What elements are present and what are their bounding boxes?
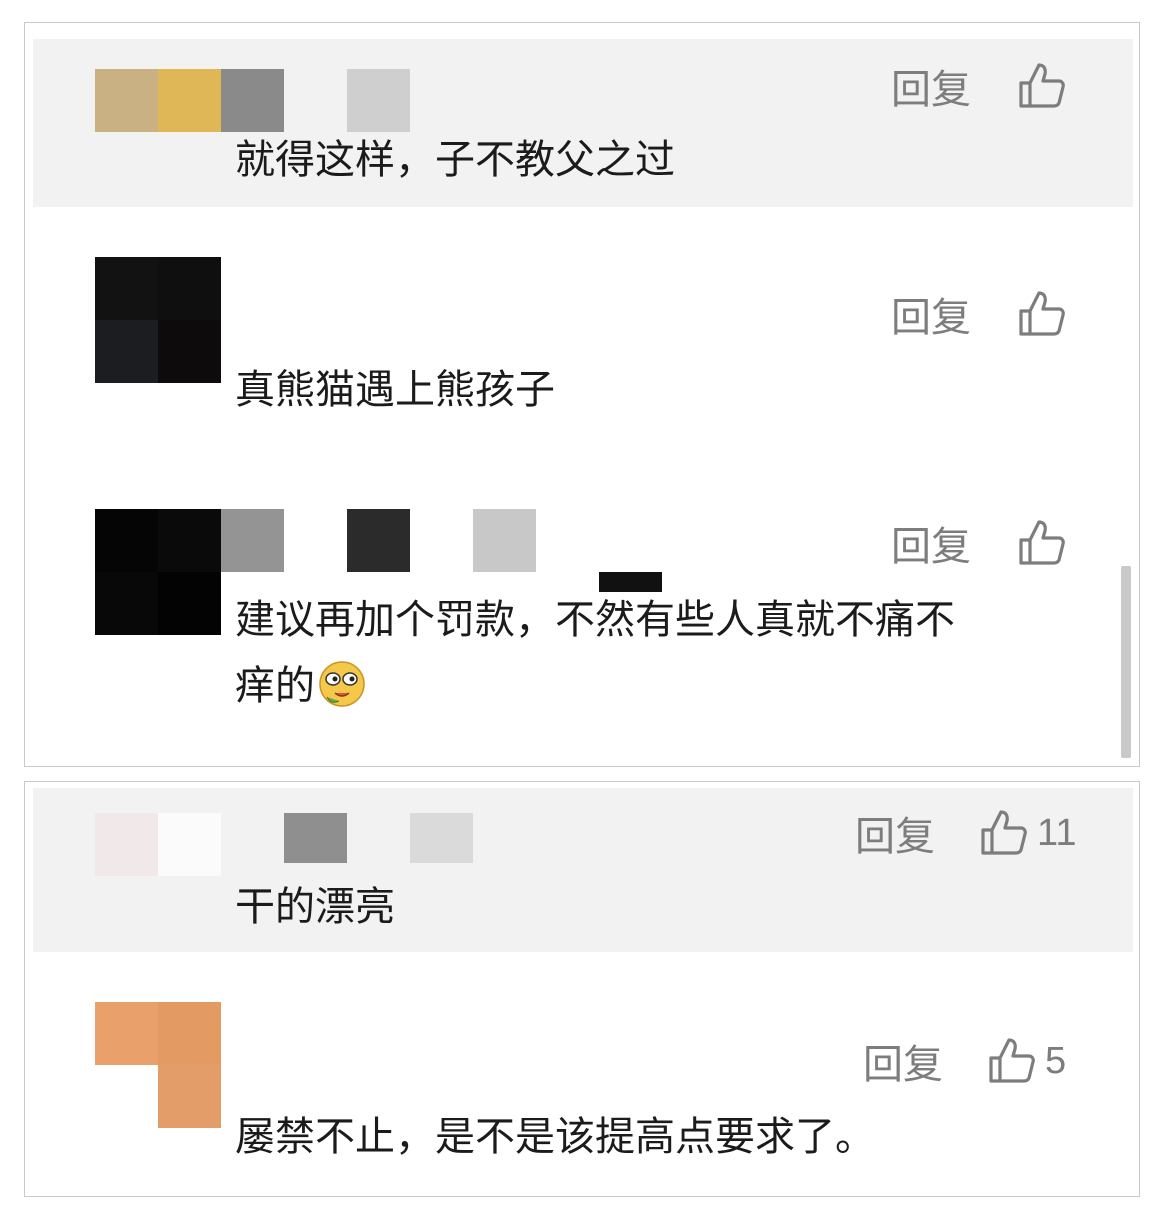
- reply-button[interactable]: 回复: [891, 285, 971, 343]
- avatar[interactable]: [95, 69, 221, 132]
- comment-text-line2: 痒的: [235, 657, 367, 715]
- comment-actions: 回复: [891, 289, 1067, 341]
- reply-button[interactable]: 回复: [891, 514, 971, 572]
- comment-panel-bottom: 干的漂亮 回复 11 屡禁不止，是不是该提高点要求了。 回复 5: [24, 781, 1140, 1197]
- smirk-emoji-icon: [317, 659, 367, 709]
- avatar[interactable]: [95, 509, 221, 635]
- thumbs-up-icon: [1017, 61, 1067, 111]
- like-count: 5: [1045, 1039, 1067, 1082]
- comment-item: 屡禁不止，是不是该提高点要求了。 回复 5: [25, 952, 1139, 1196]
- comment-item: 干的漂亮 回复 11: [25, 782, 1139, 952]
- avatar[interactable]: [95, 1002, 221, 1128]
- like-button[interactable]: [1017, 61, 1067, 111]
- comment-text: 干的漂亮: [235, 884, 395, 930]
- like-button[interactable]: 5: [987, 1036, 1066, 1086]
- comment-actions: 回复 5: [863, 1036, 1066, 1088]
- reply-button[interactable]: 回复: [891, 57, 971, 115]
- comment-text: 建议再加个罚款，不然有些人真就不痛不: [235, 597, 955, 643]
- comment-text: 屡禁不止，是不是该提高点要求了。: [235, 1114, 875, 1160]
- thumbs-up-icon: [1017, 518, 1067, 568]
- username-blurred[interactable]: [221, 69, 410, 132]
- username-blurred-fragment: [599, 572, 662, 592]
- comment-text: 就得这样，子不教父之过: [235, 137, 675, 183]
- like-count: 11: [1037, 811, 1077, 854]
- comment-actions: 回复: [891, 518, 1067, 570]
- like-button[interactable]: [1017, 518, 1067, 568]
- username-blurred[interactable]: [221, 509, 599, 572]
- username-blurred[interactable]: [284, 813, 473, 863]
- avatar[interactable]: [95, 813, 221, 876]
- reply-button[interactable]: 回复: [855, 804, 935, 862]
- comment-text: 真熊猫遇上熊孩子: [235, 367, 555, 413]
- comment-item: 真熊猫遇上熊孩子 回复: [25, 207, 1139, 437]
- reply-button[interactable]: 回复: [863, 1032, 943, 1090]
- comment-actions: 回复: [891, 61, 1067, 113]
- like-button[interactable]: [1017, 289, 1067, 339]
- thumbs-up-icon: [1017, 289, 1067, 339]
- comment-item: 建议再加个罚款，不然有些人真就不痛不 痒的 回复: [25, 437, 1139, 766]
- thumbs-up-icon: [979, 808, 1029, 858]
- like-button[interactable]: 11: [979, 808, 1076, 858]
- comment-panel-top: 就得这样，子不教父之过 回复 真熊猫遇上熊孩子 回复 建议再加个罚款，不然有些人…: [24, 22, 1140, 767]
- thumbs-up-icon: [987, 1036, 1037, 1086]
- comment-actions: 回复 11: [855, 808, 1076, 860]
- comment-item: 就得这样，子不教父之过 回复: [25, 23, 1139, 207]
- avatar[interactable]: [95, 257, 221, 383]
- scrollbar[interactable]: [1121, 566, 1131, 758]
